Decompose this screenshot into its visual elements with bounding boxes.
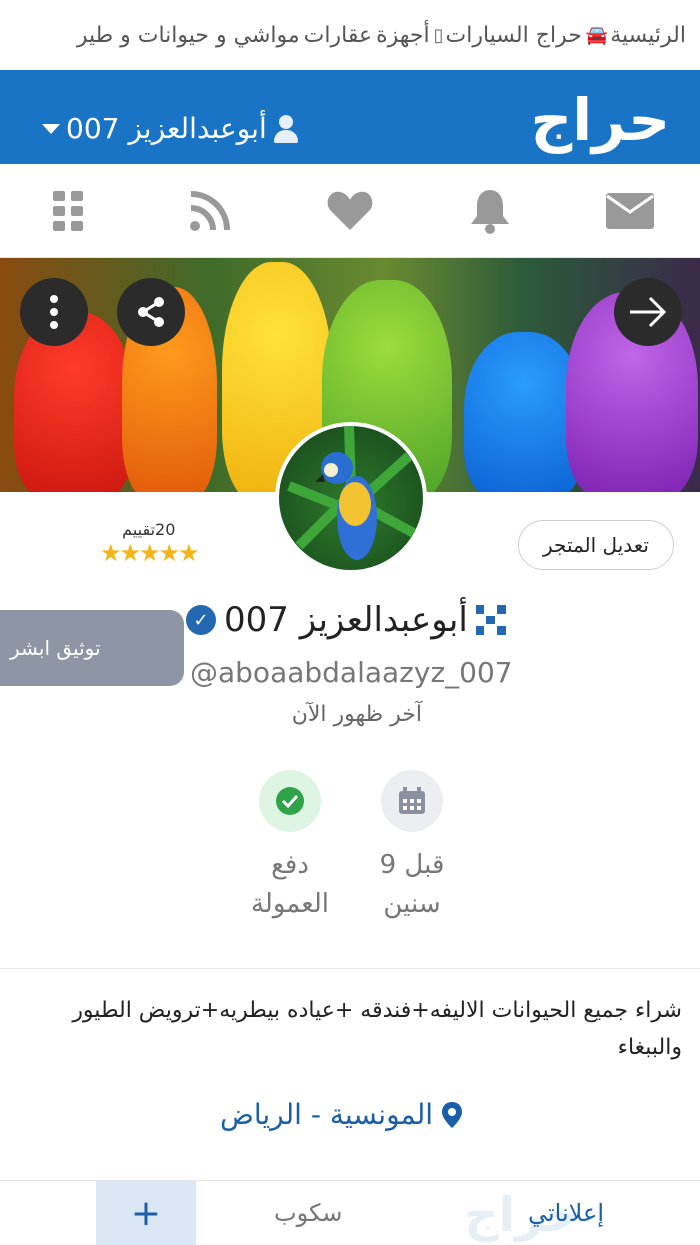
my-ads-tab[interactable]: إعلاناتي	[528, 1199, 604, 1227]
share-icon	[138, 297, 164, 327]
top-category-nav: الرئيسية 🚘 حراج السيارات ▯ أجهزة عقارات …	[0, 0, 700, 70]
last-seen: آخر ظهور الآن	[291, 702, 422, 727]
store-avatar[interactable]	[275, 422, 427, 574]
store-description: شراء جميع الحيوانات الاليفه+فندقه +عياده…	[72, 998, 682, 1061]
nav-item-devices[interactable]: أجهزة	[376, 23, 430, 48]
bell-icon[interactable]	[460, 181, 520, 241]
nav-item-animals[interactable]: مواشي و حيوانات و طير	[77, 23, 300, 48]
nav-item-realestate[interactable]: عقارات	[304, 23, 372, 48]
grid-icon[interactable]	[40, 181, 100, 241]
more-vertical-icon	[50, 295, 58, 329]
bottom-nav: + سكوب حراج إعلاناتي	[0, 1180, 700, 1245]
share-button[interactable]	[117, 278, 185, 346]
nav-item-cars[interactable]: حراج السيارات ▯	[434, 23, 582, 48]
rating-count: 20تقييم	[122, 520, 176, 539]
edit-store-button[interactable]: تعديل المتجر	[518, 520, 674, 570]
location-pin-icon	[442, 1101, 463, 1128]
phone-icon: ▯	[433, 24, 444, 46]
arrow-right-icon	[630, 296, 667, 328]
haraj-logo[interactable]: حراج	[530, 86, 672, 154]
verified-icon: ✓	[186, 605, 216, 635]
user-menu-label: أبوعبدالعزيز 007	[66, 112, 267, 145]
verify-absher-button[interactable]: توثيق ابشر	[0, 610, 184, 686]
store-rating[interactable]: 20تقييم ★★★★★	[100, 520, 200, 567]
check-badge-icon	[259, 770, 321, 832]
rss-icon[interactable]	[180, 181, 240, 241]
section-divider	[0, 968, 700, 969]
nav-item-home[interactable]: الرئيسية 🚘	[586, 23, 686, 48]
more-options-button[interactable]	[20, 278, 88, 346]
store-location[interactable]: المونسية - الرياض	[220, 1098, 463, 1131]
parrot-avatar-image	[287, 426, 422, 560]
rating-stars: ★★★★★	[100, 539, 200, 567]
user-menu[interactable]: أبوعبدالعزيز 007	[42, 112, 299, 145]
car-icon: 🚘	[585, 24, 609, 46]
profile-handle: @aboaabdalaazyz_007	[190, 656, 513, 689]
heart-icon[interactable]	[320, 181, 380, 241]
user-icon	[273, 114, 299, 143]
icon-toolbar	[0, 164, 700, 258]
profile-username: أبوعبدالعزيز 007	[224, 600, 468, 640]
location-text: المونسية - الرياض	[220, 1098, 434, 1131]
stat-commission: دفع العمولة	[225, 770, 355, 924]
chevron-down-icon	[42, 123, 60, 134]
calendar-icon	[381, 770, 443, 832]
mail-icon[interactable]	[600, 181, 660, 241]
next-arrow-button[interactable]	[614, 278, 682, 346]
qr-code-icon[interactable]	[475, 605, 506, 635]
stat-membership: قبل 9 سنين	[347, 770, 477, 924]
site-header: حراج أبوعبدالعزيز 007	[0, 70, 700, 164]
profile-username-row: ✓ أبوعبدالعزيز 007	[186, 600, 526, 640]
scoob-tab[interactable]: سكوب	[274, 1199, 342, 1227]
add-ad-button[interactable]: +	[96, 1181, 196, 1245]
